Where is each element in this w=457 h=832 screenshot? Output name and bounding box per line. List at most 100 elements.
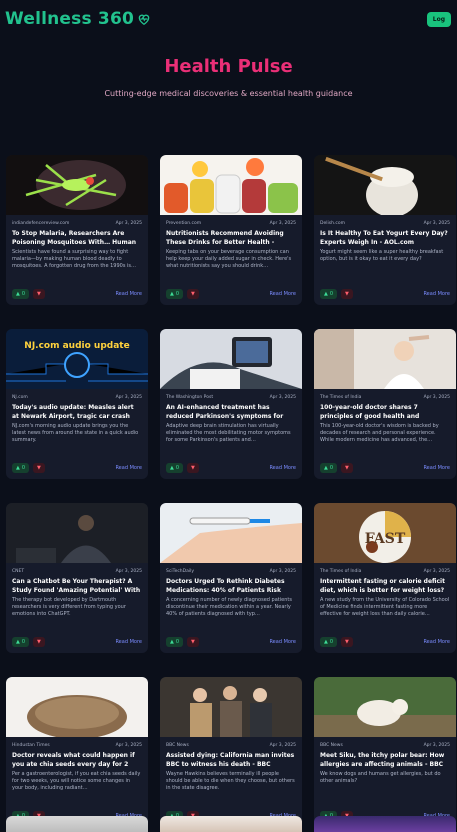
article-description: A new study from the University of Color…: [320, 597, 450, 617]
article-thumbnail[interactable]: [160, 503, 302, 563]
thumbs-up-icon: ▲: [16, 639, 20, 645]
read-more-link[interactable]: Read More: [269, 639, 296, 645]
article-description: Wayne Hawkins believes terminally ill pe…: [166, 771, 295, 791]
article-title[interactable]: Doctor reveals what could happen if you …: [6, 748, 148, 768]
article-actions: ▲0 ▼ Read More: [6, 463, 148, 479]
logo[interactable]: Wellness 360: [5, 9, 151, 29]
article-thumbnail: [314, 816, 456, 832]
like-button[interactable]: ▲0: [12, 637, 30, 647]
article-card[interactable]: FAST The Times of India Apr 3, 2025 Intermi…: [314, 503, 456, 653]
article-card[interactable]: The Washington Post Apr 3, 2025 An AI-enha…: [160, 329, 302, 479]
article-thumbnail[interactable]: [6, 503, 148, 563]
like-count: 0: [329, 639, 334, 645]
article-meta: The Times of India Apr 3, 2025: [314, 389, 456, 400]
article-card[interactable]: Delish.com Apr 3, 2025 Is It Healthy To Ea…: [314, 155, 456, 305]
article-card[interactable]: BBC News Apr 3, 2025 Assisted dying: Calif…: [160, 677, 302, 827]
dislike-button[interactable]: ▼: [33, 463, 45, 473]
article-thumbnail[interactable]: FAST: [314, 503, 456, 563]
thumbs-up-icon: ▲: [170, 465, 174, 471]
article-card[interactable]: indiandefencereview.com Apr 3, 2025 To Sto…: [6, 155, 148, 305]
article-meta: The Washington Post Apr 3, 2025: [160, 389, 302, 400]
thumbs-up-icon: ▲: [324, 291, 328, 297]
like-button[interactable]: ▲0: [166, 637, 184, 647]
article-meta: SciTechDaily Apr 3, 2025: [160, 563, 302, 574]
article-card[interactable]: NJ.com audio update NJ.com Apr 3, 2025 Toda…: [6, 329, 148, 479]
dislike-button[interactable]: ▼: [341, 289, 353, 299]
article-title[interactable]: Meet Siku, the itchy polar bear: How all…: [314, 748, 456, 768]
article-title[interactable]: To Stop Malaria, Researchers Are Poisoni…: [6, 226, 148, 246]
article-actions: ▲0 ▼ Read More: [314, 637, 456, 653]
read-more-link[interactable]: Read More: [115, 465, 142, 471]
read-more-link[interactable]: Read More: [115, 639, 142, 645]
dislike-button[interactable]: ▼: [187, 463, 199, 473]
article-meta: Delish.com Apr 3, 2025: [314, 215, 456, 226]
dislike-button[interactable]: ▼: [341, 637, 353, 647]
read-more-link[interactable]: Read More: [423, 465, 450, 471]
login-button[interactable]: Log: [426, 11, 451, 27]
dislike-button[interactable]: ▼: [187, 289, 199, 299]
dislike-button[interactable]: ▼: [33, 289, 45, 299]
read-more-link[interactable]: Read More: [269, 291, 296, 297]
article-title[interactable]: Nutritionists Recommend Avoiding These D…: [160, 226, 302, 246]
thumbs-up-icon: ▲: [324, 465, 328, 471]
like-button[interactable]: ▲0: [320, 637, 338, 647]
article-thumbnail[interactable]: [160, 155, 302, 215]
like-button[interactable]: ▲0: [320, 289, 338, 299]
like-count: 0: [175, 465, 180, 471]
thumbs-up-icon: ▲: [170, 291, 174, 297]
article-title[interactable]: Can a Chatbot Be Your Therapist? A Study…: [6, 574, 148, 594]
like-count: 0: [329, 465, 334, 471]
article-title[interactable]: Intermittent fasting or calorie deficit …: [314, 574, 456, 594]
article-card[interactable]: Hindustan Times Apr 3, 2025 Doctor reveals…: [6, 677, 148, 827]
article-card[interactable]: SciTechDaily Apr 3, 2025 Doctors Urged To …: [160, 503, 302, 653]
article-meta: The Times of India Apr 3, 2025: [314, 563, 456, 574]
article-thumbnail[interactable]: [6, 677, 148, 737]
article-thumbnail[interactable]: [314, 677, 456, 737]
dislike-button[interactable]: ▼: [187, 637, 199, 647]
read-more-link[interactable]: Read More: [423, 639, 450, 645]
article-thumbnail[interactable]: NJ.com audio update: [6, 329, 148, 389]
thumbs-down-icon: ▼: [37, 639, 41, 645]
article-thumbnail[interactable]: [6, 155, 148, 215]
like-button[interactable]: ▲0: [12, 289, 30, 299]
article-description: The therapy bot developed by Dartmouth r…: [12, 597, 126, 617]
logo-text: Wellness 360: [5, 9, 135, 29]
read-more-link[interactable]: Read More: [269, 465, 296, 471]
thumbs-down-icon: ▼: [345, 465, 349, 471]
like-button[interactable]: ▲0: [320, 463, 338, 473]
thumbs-down-icon: ▼: [345, 291, 349, 297]
hero-section: Health Pulse Cutting-edge medical discov…: [0, 32, 457, 155]
article-thumbnail[interactable]: [160, 677, 302, 737]
article-card[interactable]: The Times of India Apr 3, 2025 100-year-ol…: [314, 329, 456, 479]
article-description: A concerning number of newly diagnosed p…: [166, 597, 292, 617]
article-thumbnail[interactable]: [314, 329, 456, 389]
article-title[interactable]: An AI-enhanced treatment has reduced Par…: [160, 400, 302, 420]
like-count: 0: [21, 465, 26, 471]
read-more-link[interactable]: Read More: [115, 291, 142, 297]
article-thumbnail[interactable]: [160, 329, 302, 389]
like-button[interactable]: ▲0: [166, 289, 184, 299]
like-button[interactable]: ▲0: [166, 463, 184, 473]
article-title[interactable]: Assisted dying: California man invites B…: [160, 748, 302, 768]
like-count: 0: [21, 639, 26, 645]
read-more-link[interactable]: Read More: [423, 291, 450, 297]
article-title[interactable]: Is It Healthy To Eat Yogurt Every Day? E…: [314, 226, 456, 246]
article-thumbnail[interactable]: [314, 155, 456, 215]
thumbs-up-icon: ▲: [16, 465, 20, 471]
like-button[interactable]: ▲0: [12, 463, 30, 473]
article-title[interactable]: 100-year-old doctor shares 7 principles …: [314, 400, 456, 420]
thumbs-up-icon: ▲: [16, 291, 20, 297]
article-actions: ▲0 ▼ Read More: [6, 289, 148, 305]
article-card[interactable]: CNET Apr 3, 2025 Can a Chatbot Be Your The…: [6, 503, 148, 653]
article-title[interactable]: Doctors Urged To Rethink Diabetes Medica…: [160, 574, 302, 594]
article-title[interactable]: Today's audio update: Measles alert at N…: [6, 400, 148, 420]
article-card[interactable]: BBC News Apr 3, 2025 Meet Siku, the itchy …: [314, 677, 456, 827]
thumbs-up-icon: ▲: [324, 639, 328, 645]
dislike-button[interactable]: ▼: [341, 463, 353, 473]
article-meta: CNET Apr 3, 2025: [6, 563, 148, 574]
page-subtitle: Cutting-edge medical discoveries & essen…: [104, 89, 353, 98]
dislike-button[interactable]: ▼: [33, 637, 45, 647]
article-card[interactable]: Prevention.com Apr 3, 2025 Nutritionists R…: [160, 155, 302, 305]
article-thumbnail: [160, 816, 302, 832]
article-meta: BBC News Apr 3, 2025: [160, 737, 302, 748]
